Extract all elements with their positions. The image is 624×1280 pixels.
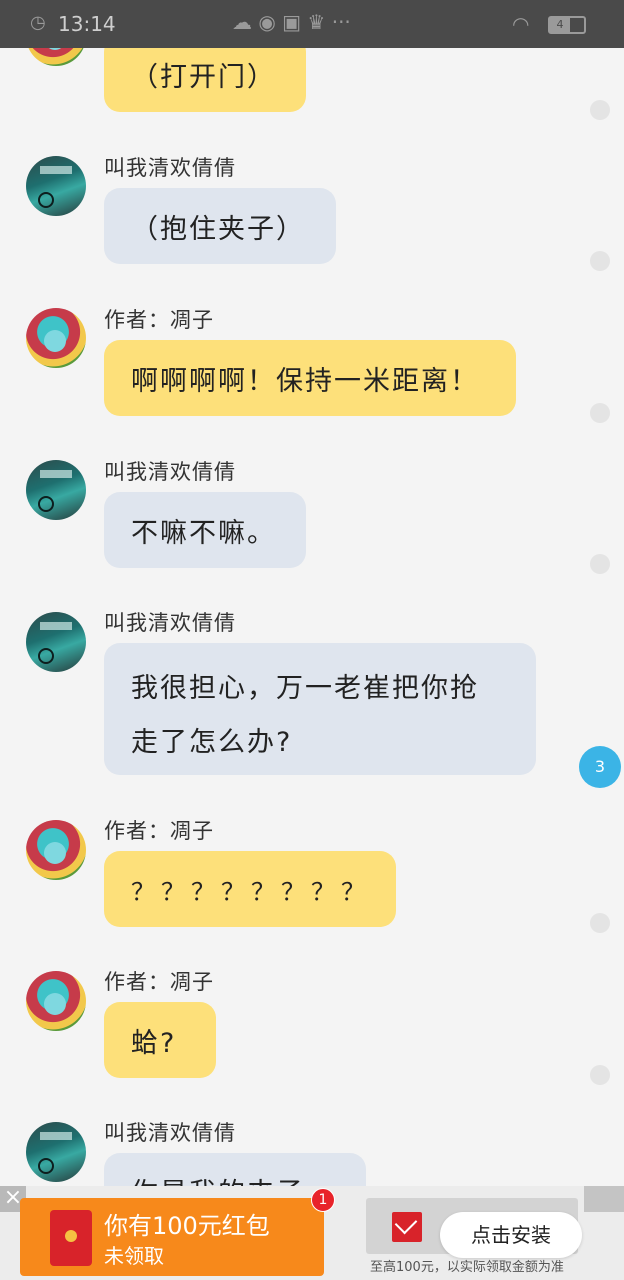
message-bubble: 你是我的夹子 xyxy=(104,1153,366,1186)
wifi-icon: ◠ xyxy=(512,12,530,36)
message-bubble: 啊啊啊啊！保持一米距离！ xyxy=(104,340,516,416)
friend-avatar[interactable] xyxy=(26,612,86,672)
message-bubble: 不嘛不嘛。 xyxy=(104,492,306,568)
author-avatar[interactable] xyxy=(26,308,86,368)
message-text: （抱住夹子） xyxy=(131,213,305,245)
ad-strip xyxy=(584,1186,624,1212)
red-packet-promo[interactable]: 你有100元红包 未领取 xyxy=(20,1198,324,1276)
install-button[interactable]: 点击安装 xyxy=(440,1212,582,1258)
chat-area[interactable]: （打开门） 叫我清欢倩倩 （抱住夹子） 作者：凋子 啊啊啊啊！保持一米距离！ 叫… xyxy=(0,0,624,1186)
sender-name: 叫我清欢倩倩 xyxy=(104,1121,236,1145)
message-text-line: 我很担心，万一老崔把你抢 xyxy=(131,673,479,704)
friend-avatar[interactable] xyxy=(26,460,86,520)
message-bubble: （抱住夹子） xyxy=(104,188,336,264)
message-bubble: ？？？？？？？？ xyxy=(104,851,396,927)
battery-level: 4 xyxy=(550,18,570,32)
message-text: ？？？？？？？？ xyxy=(131,877,371,906)
message-text: 啊啊啊啊！保持一米距离！ xyxy=(131,365,479,397)
read-indicator xyxy=(590,913,610,933)
battery-icon: 4 xyxy=(548,16,586,34)
read-indicator xyxy=(590,251,610,271)
promo-subtitle: 未领取 xyxy=(104,1244,164,1268)
sender-name: 叫我清欢倩倩 xyxy=(104,156,236,180)
alarm-icon: ◷ xyxy=(30,12,46,33)
author-avatar[interactable] xyxy=(26,820,86,880)
sender-name: 叫我清欢倩倩 xyxy=(104,611,236,635)
sender-name: 作者：凋子 xyxy=(104,970,214,994)
promo-title: 你有100元红包 xyxy=(104,1212,270,1240)
envelope-icon xyxy=(392,1212,422,1242)
promo-badge: 1 xyxy=(311,1188,335,1212)
message-text: 不嘛不嘛。 xyxy=(131,517,276,549)
sender-name: 作者：凋子 xyxy=(104,308,214,332)
read-indicator xyxy=(590,1065,610,1085)
friend-avatar[interactable] xyxy=(26,1122,86,1182)
ad-disclaimer: 至高100元，以实际领取金额为准 xyxy=(370,1260,564,1275)
friend-avatar[interactable] xyxy=(26,156,86,216)
message-bubble: 我很担心，万一老崔把你抢 走了怎么办? xyxy=(104,643,536,775)
status-time: 13:14 xyxy=(58,12,116,36)
status-bar: ◷ 13:14 ☁ ◉ ▣ ♛ ··· ◠ 4 xyxy=(0,0,624,48)
read-indicator xyxy=(590,554,610,574)
notification-icons: ☁ ◉ ▣ ♛ ··· xyxy=(232,10,351,34)
author-avatar[interactable] xyxy=(26,971,86,1031)
red-envelope-icon xyxy=(50,1210,92,1266)
message-text: 你是我的夹子 xyxy=(131,1171,305,1186)
message-bubble: 蛤? xyxy=(104,1002,216,1078)
message-text: （打开门） xyxy=(131,61,276,93)
sender-name: 作者：凋子 xyxy=(104,819,214,843)
unread-count-badge[interactable]: 3 xyxy=(579,746,621,788)
sender-name: 叫我清欢倩倩 xyxy=(104,460,236,484)
message-text: 蛤? xyxy=(131,1027,177,1059)
read-indicator xyxy=(590,403,610,423)
message-text-line: 走了怎么办? xyxy=(131,727,293,758)
read-indicator xyxy=(590,100,610,120)
